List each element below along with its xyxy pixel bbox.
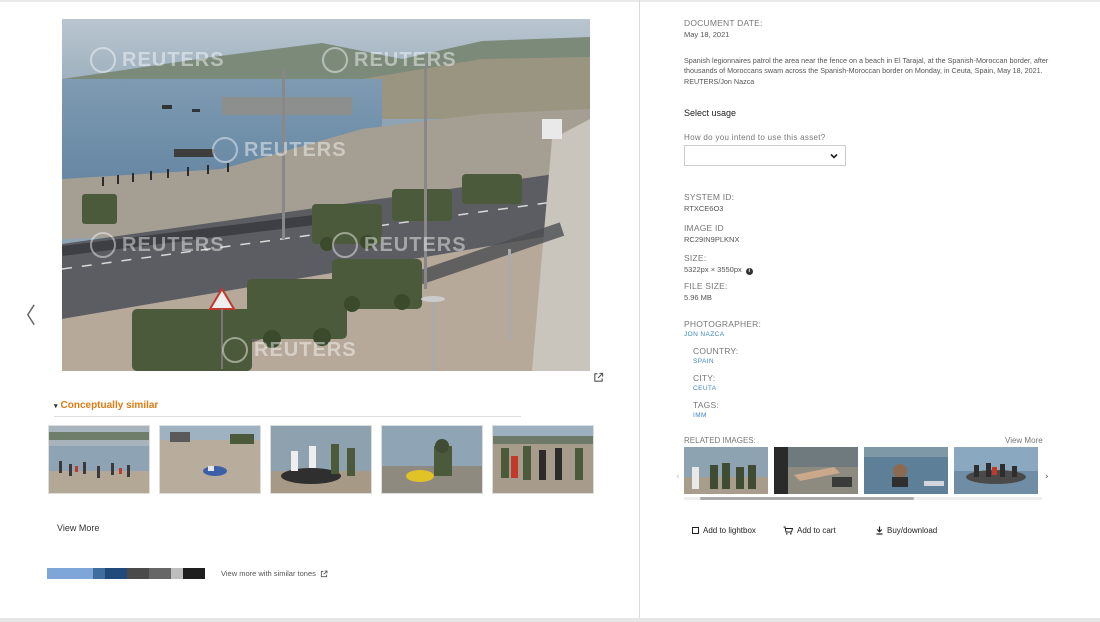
document-date-label: DOCUMENT DATE:	[684, 18, 763, 28]
open-external-icon[interactable]	[593, 372, 604, 383]
file-size-value: 5.96 MB	[684, 293, 712, 302]
watermark: REUTERS	[222, 337, 357, 363]
related-images-label: RELATED IMAGES:	[684, 436, 756, 445]
chevron-down-icon	[830, 153, 838, 159]
image-id-label: IMAGE ID	[684, 223, 724, 233]
add-to-lightbox-label: Add to lightbox	[703, 526, 756, 535]
similar-thumbnail[interactable]	[270, 425, 372, 494]
country-link[interactable]: SPAIN	[693, 358, 738, 365]
add-to-cart-button[interactable]: Add to cart	[783, 526, 836, 535]
thumbnail-image	[684, 447, 768, 494]
image-id-value: RC29IN9PLKNX	[684, 235, 740, 244]
info-icon[interactable]: i	[745, 268, 753, 275]
thumbnail-image	[49, 426, 149, 493]
thumbnail-image	[774, 447, 858, 494]
cart-icon	[783, 526, 793, 535]
city-label: CITY:	[693, 373, 716, 383]
related-next-arrow-icon[interactable]: ›	[1045, 472, 1049, 482]
document-date-value: May 18, 2021	[684, 30, 730, 39]
tags: TAGS: IMM	[693, 400, 719, 419]
similar-tones-label: View more with similar tones	[221, 569, 316, 578]
related-images-carousel	[684, 447, 1042, 494]
tags-label: TAGS:	[693, 400, 719, 410]
image-caption: Spanish legionnaires patrol the area nea…	[684, 56, 1049, 86]
file-size-label: FILE SIZE:	[684, 281, 728, 291]
watermark: REUTERS	[332, 232, 467, 258]
thumbnail-image	[954, 447, 1038, 494]
view-more-similar-link[interactable]: View More	[57, 523, 99, 533]
tone-swatch[interactable]	[149, 568, 171, 579]
related-prev-arrow-icon[interactable]: ‹	[676, 472, 680, 482]
previous-image-arrow-icon[interactable]: 〈	[14, 298, 36, 330]
usage-select[interactable]	[684, 145, 846, 166]
caret-down-icon: ▾	[54, 402, 58, 410]
tone-swatch[interactable]	[183, 568, 205, 579]
related-thumbnail[interactable]	[684, 447, 768, 494]
size-value: 5322px × 3550px	[684, 265, 742, 274]
image-size: SIZE: 5322px × 3550px i	[684, 253, 753, 275]
add-to-lightbox-button[interactable]: Add to lightbox	[692, 526, 756, 535]
related-scrollbar-thumb[interactable]	[700, 497, 914, 500]
usage-question: How do you intend to use this asset?	[684, 133, 826, 142]
tag-link[interactable]: IMM	[693, 412, 719, 419]
similar-tones-link[interactable]: View more with similar tones	[221, 569, 328, 578]
similar-thumbnail[interactable]	[48, 425, 150, 494]
system-id-value: RTXCE6O3	[684, 204, 724, 213]
photographer: PHOTOGRAPHER: JON NAZCA	[684, 319, 761, 338]
watermark: REUTERS	[212, 137, 347, 163]
tone-swatch[interactable]	[105, 568, 127, 579]
thumbnail-image	[271, 426, 371, 493]
download-icon	[876, 526, 883, 535]
system-id-label: SYSTEM ID:	[684, 192, 735, 202]
document-date: DOCUMENT DATE: May 18, 2021	[684, 18, 763, 39]
system-id: SYSTEM ID: RTXCE6O3	[684, 192, 734, 213]
related-thumbnail[interactable]	[864, 447, 948, 494]
buy-download-label: Buy/download	[887, 526, 938, 535]
similar-tones-palette	[47, 568, 205, 579]
city: CITY: CEUTA	[693, 373, 717, 392]
photographer-link[interactable]: JON NAZCA	[684, 331, 761, 338]
main-photo[interactable]: REUTERS REUTERS REUTERS REUTERS REUTERS …	[62, 19, 590, 371]
bottom-border	[0, 618, 1100, 622]
city-link[interactable]: CEUTA	[693, 385, 717, 392]
tone-swatch[interactable]	[47, 568, 93, 579]
divider	[54, 416, 521, 417]
photographer-label: PHOTOGRAPHER:	[684, 319, 762, 329]
tone-swatch[interactable]	[127, 568, 149, 579]
add-to-cart-label: Add to cart	[797, 526, 836, 535]
watermark: REUTERS	[90, 232, 225, 258]
conceptually-similar-toggle[interactable]: ▾ Conceptually similar	[54, 400, 158, 411]
thumbnail-image	[382, 426, 482, 493]
similar-thumbnail[interactable]	[159, 425, 261, 494]
select-usage-heading: Select usage	[684, 108, 737, 118]
related-thumbnail[interactable]	[954, 447, 1038, 494]
related-view-more-link[interactable]: View More	[1005, 436, 1043, 445]
tone-swatch[interactable]	[93, 568, 105, 579]
related-thumbnail[interactable]	[774, 447, 858, 494]
country: COUNTRY: SPAIN	[693, 346, 738, 365]
similar-thumbnails	[48, 425, 594, 494]
similar-thumbnail[interactable]	[381, 425, 483, 494]
thumbnail-image	[493, 426, 593, 493]
similar-thumbnail[interactable]	[492, 425, 594, 494]
file-size: FILE SIZE: 5.96 MB	[684, 281, 728, 302]
open-external-icon	[320, 570, 328, 577]
checkbox-icon	[692, 527, 699, 534]
tone-swatch[interactable]	[171, 568, 183, 579]
size-label: SIZE:	[684, 253, 707, 263]
image-id: IMAGE ID RC29IN9PLKNX	[684, 223, 739, 244]
watermark: REUTERS	[322, 47, 457, 73]
buy-download-button[interactable]: Buy/download	[876, 526, 937, 535]
watermark: REUTERS	[90, 47, 225, 73]
thumbnail-image	[864, 447, 948, 494]
conceptually-similar-heading: Conceptually similar	[60, 400, 159, 411]
country-label: COUNTRY:	[693, 346, 739, 356]
thumbnail-image	[160, 426, 260, 493]
